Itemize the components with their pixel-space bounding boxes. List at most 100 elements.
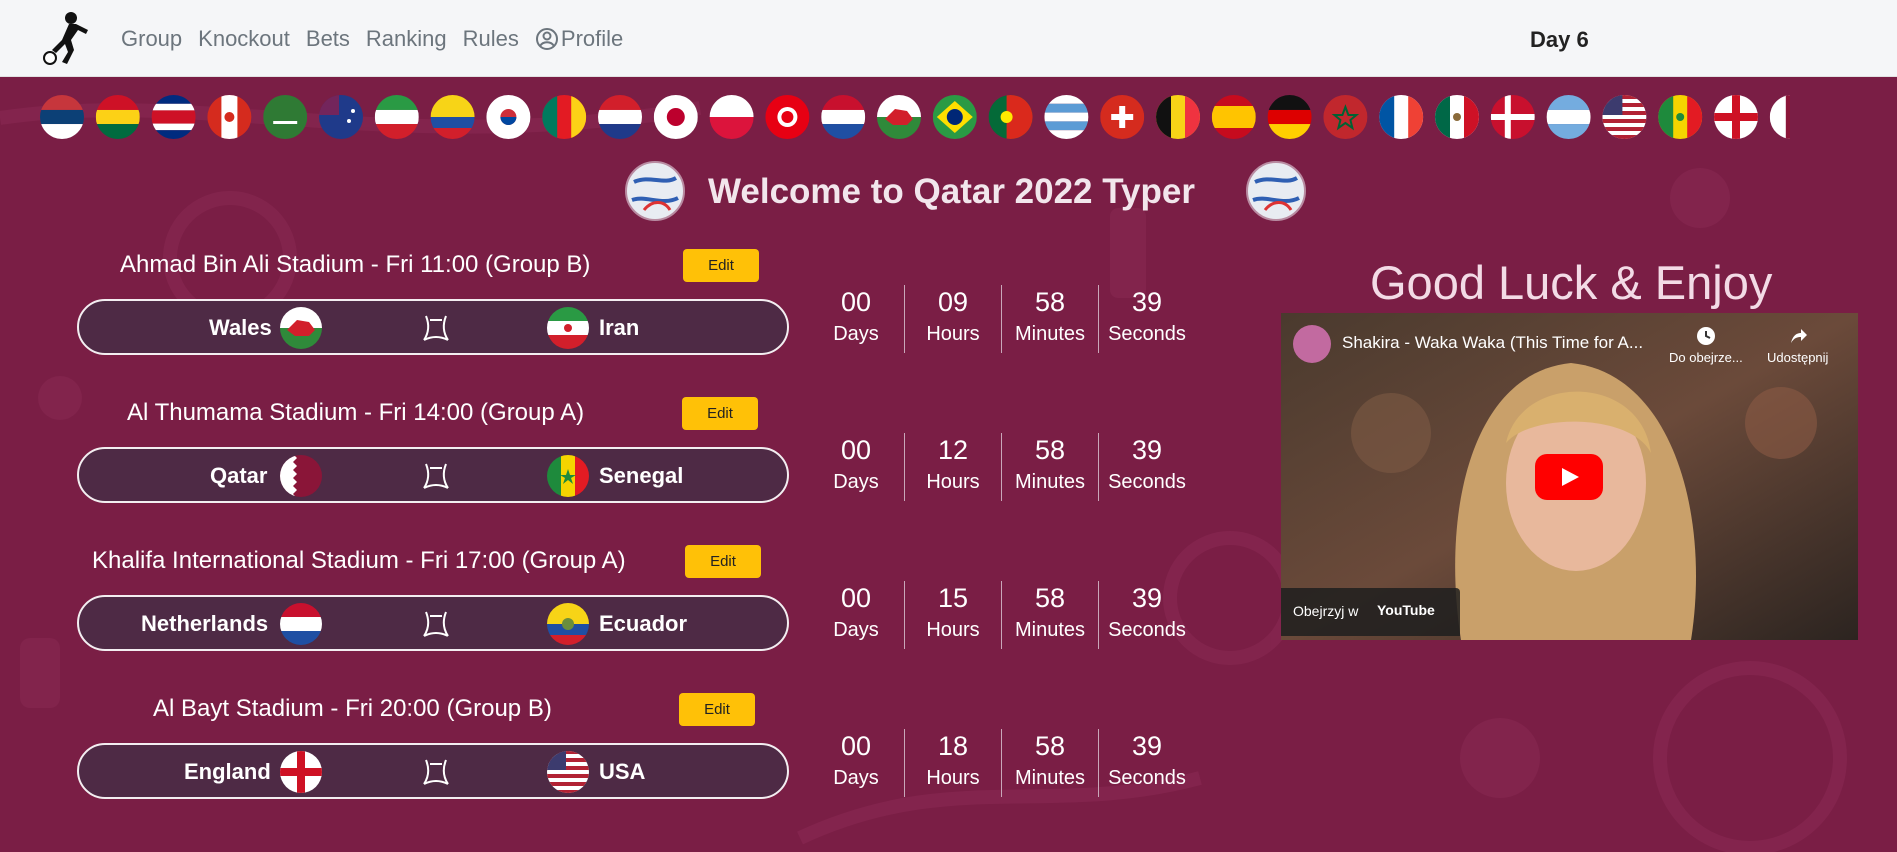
- canada-flag-icon: [207, 95, 252, 139]
- countdown-hours: 18 Hours: [905, 729, 1002, 797]
- share-label: Udostępnij: [1767, 350, 1829, 365]
- morocco-flag-icon: [1323, 95, 1368, 139]
- england-flag-icon: [280, 751, 322, 793]
- spain-flag-icon: [1211, 95, 1256, 139]
- countdown-days: 00 Days: [808, 581, 905, 649]
- countdown-seconds: 39 Seconds: [1099, 729, 1195, 797]
- nav-links: Group Knockout Bets Ranking Rules Profil…: [121, 26, 623, 52]
- play-button[interactable]: [1535, 454, 1603, 500]
- away-team: USA: [599, 759, 646, 784]
- netherlands-flag-icon: [280, 603, 322, 645]
- days-label: Days: [833, 323, 879, 345]
- seconds-value: 39: [1131, 731, 1163, 761]
- channel-avatar[interactable]: [1293, 325, 1331, 363]
- versus-icon: [423, 611, 449, 637]
- hours-value: 18: [937, 731, 969, 761]
- edit-button[interactable]: Edit: [683, 249, 759, 282]
- nav-bets[interactable]: Bets: [306, 26, 350, 52]
- seconds-value: 39: [1131, 287, 1163, 317]
- away-team: Iran: [599, 315, 640, 340]
- hours-value: 15: [937, 583, 969, 613]
- away-team: Senegal: [599, 463, 684, 488]
- video-title[interactable]: Shakira - Waka Waka (This Time for A...: [1342, 333, 1643, 353]
- switzerland-flag-icon: [1100, 95, 1145, 139]
- wales-flag-icon: [280, 307, 322, 349]
- edit-button[interactable]: Edit: [679, 693, 755, 726]
- south-korea-flag-icon: [486, 95, 531, 139]
- nav-profile-label: Profile: [560, 26, 624, 51]
- saudi-arabia-flag-icon: [263, 95, 308, 139]
- countdown-minutes: 58 Minutes: [1002, 285, 1099, 353]
- versus-icon: [423, 759, 449, 785]
- match-card: Ahmad Bin Ali Stadium - Fri 11:00 (Group…: [0, 245, 1200, 385]
- match-pill: Netherlands Ecuador: [77, 595, 789, 651]
- nav-ranking[interactable]: Ranking: [366, 26, 447, 52]
- home-team: Netherlands: [141, 611, 269, 636]
- ecuador-flag-icon: [430, 95, 475, 139]
- germany-flag-icon: [1267, 95, 1312, 139]
- hours-label: Hours: [926, 471, 980, 493]
- france-flag-icon: [1379, 95, 1424, 139]
- minutes-value: 58: [1034, 583, 1066, 613]
- belgium-flag-icon: [1156, 95, 1200, 139]
- countdown-minutes: 58 Minutes: [1002, 581, 1099, 649]
- watch-later-button[interactable]: Do obejrze...: [1669, 325, 1743, 365]
- seconds-label: Seconds: [1108, 323, 1186, 345]
- match-card: Khalifa International Stadium - Fri 17:0…: [0, 541, 1200, 681]
- days-value: 00: [840, 435, 872, 465]
- mexico-flag-icon: [1435, 95, 1479, 139]
- nav-rules[interactable]: Rules: [463, 26, 519, 52]
- clock-icon: [1696, 327, 1715, 345]
- usa-flag-icon: [547, 751, 589, 793]
- home-team: Qatar: [210, 463, 268, 488]
- days-label: Days: [833, 619, 879, 641]
- senegal-flag-icon: [547, 455, 589, 497]
- play-icon: [1562, 468, 1579, 486]
- stadium-info: Ahmad Bin Ali Stadium - Fri 11:00 (Group…: [120, 251, 591, 278]
- good-luck-headline: Good Luck & Enjoy: [1370, 256, 1773, 309]
- australia-flag-icon: [319, 95, 363, 139]
- share-button[interactable]: Udostępnij: [1767, 325, 1828, 365]
- days-label: Days: [833, 471, 879, 493]
- portugal-flag-icon: [988, 95, 1033, 139]
- watch-on-label: Obejrzyj w: [1293, 603, 1359, 619]
- team-flags-row: [40, 93, 1790, 141]
- countdown-seconds: 39 Seconds: [1099, 581, 1195, 649]
- brazil-flag-icon: [932, 95, 977, 139]
- stadium-info: Al Bayt Stadium - Fri 20:00 (Group B): [153, 695, 552, 722]
- share-icon: [1790, 329, 1807, 343]
- edit-button[interactable]: Edit: [685, 545, 761, 578]
- wales-flag-icon: [877, 95, 921, 139]
- stadium-info: Khalifa International Stadium - Fri 17:0…: [92, 547, 626, 574]
- hours-label: Hours: [926, 767, 980, 789]
- days-value: 00: [840, 287, 872, 317]
- home-team: England: [184, 759, 271, 784]
- minutes-label: Minutes: [1014, 323, 1086, 345]
- minutes-value: 58: [1034, 287, 1066, 317]
- home-team: Wales: [209, 315, 272, 340]
- soccer-ball-icon: [1246, 161, 1306, 221]
- days-label: Days: [833, 767, 879, 789]
- ghana-flag-icon: [95, 95, 140, 139]
- nav-knockout[interactable]: Knockout: [198, 26, 290, 52]
- watch-on-youtube-button[interactable]: Obejrzyj w YouTube: [1281, 588, 1460, 636]
- welcome-header: Welcome to Qatar 2022 Typer: [0, 160, 1897, 226]
- day-indicator: Day 6: [1530, 27, 1589, 52]
- youtube-video-embed[interactable]: Shakira - Waka Waka (This Time for A... …: [1281, 313, 1858, 640]
- nav-profile[interactable]: Profile: [535, 26, 623, 52]
- costa-rica-flag-icon: [151, 95, 196, 139]
- countdown-timer: 00 Days 09 Hours 58 Minutes 39 Seconds: [808, 285, 1195, 353]
- minutes-value: 58: [1034, 731, 1066, 761]
- tunisia-flag-icon: [765, 95, 810, 139]
- nav-group[interactable]: Group: [121, 26, 182, 52]
- countdown-timer: 00 Days 15 Hours 58 Minutes 39 Seconds: [808, 581, 1195, 649]
- iran-flag-icon: [547, 307, 589, 349]
- hours-label: Hours: [926, 323, 980, 345]
- soccer-player-logo-icon[interactable]: [40, 10, 92, 66]
- edit-button[interactable]: Edit: [682, 397, 758, 430]
- seconds-label: Seconds: [1108, 619, 1186, 641]
- countdown-days: 00 Days: [808, 433, 905, 501]
- match-card: Al Thumama Stadium - Fri 14:00 (Group A)…: [0, 393, 1200, 533]
- qatar-flag-icon: [1769, 95, 1790, 139]
- usa-flag-icon: [1602, 95, 1647, 139]
